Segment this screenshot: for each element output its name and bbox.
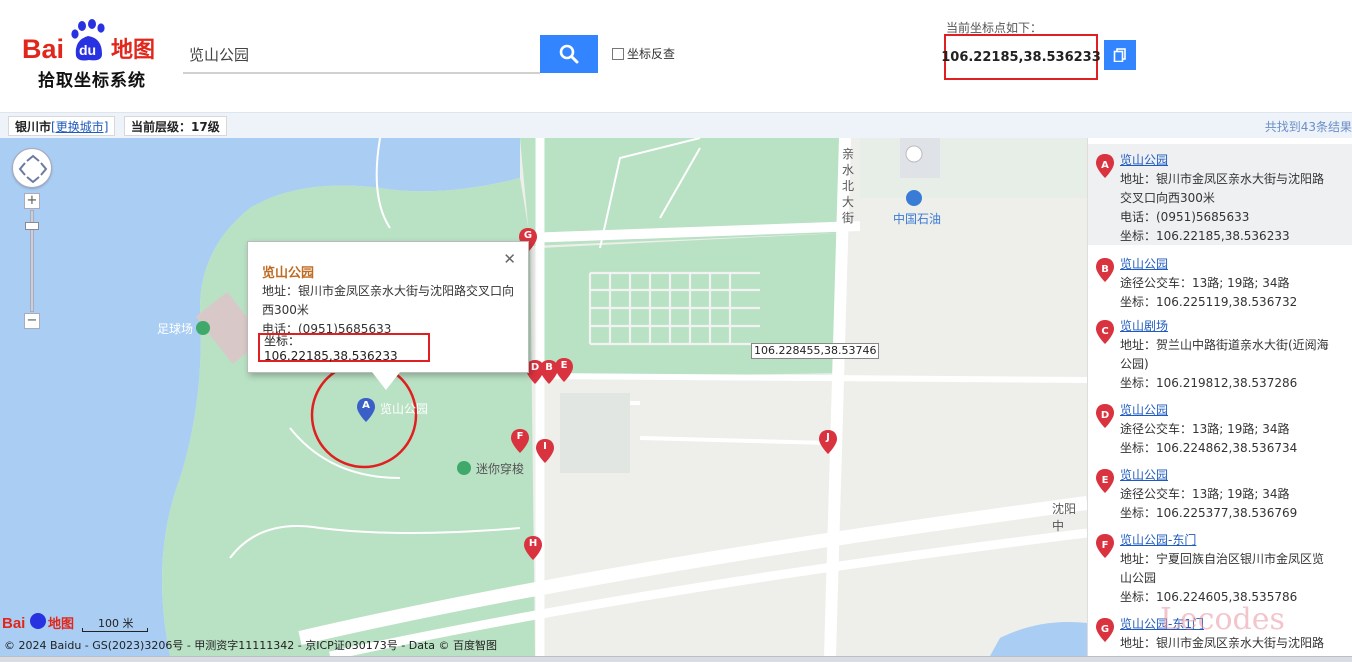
result-line: 地址：宁夏回族自治区银川市金凤区览 xyxy=(1120,552,1325,566)
search-input[interactable] xyxy=(183,36,540,74)
result-name-link[interactable]: 览山公园 xyxy=(1120,466,1168,485)
result-name-link[interactable]: 览山公园 xyxy=(1120,151,1168,170)
baidu-map-logo[interactable]: Bai du 地图 拾取坐标系统 xyxy=(22,18,164,91)
map-marker-e[interactable]: E xyxy=(555,358,573,382)
baidu-paw-logo-icon: Bai du 地图 xyxy=(22,19,155,64)
result-count: 共找到43条结果 xyxy=(1264,120,1352,134)
result-item-f[interactable]: F 览山公园-东门 地址：宁夏回族自治区银川市金凤区览 山公园 坐标：106.2… xyxy=(1088,524,1352,606)
city-name: 银川市 xyxy=(15,119,52,134)
zoom-slider-handle[interactable] xyxy=(25,222,39,230)
result-pin-icon: E xyxy=(1096,469,1114,493)
result-line: 公园) xyxy=(1120,357,1149,371)
zoom-level-display: 当前层级： 17级 xyxy=(124,116,227,136)
result-item-c[interactable]: C 览山剧场 地址：贺兰山中路街道亲水大街(近阅海 公园) 坐标：106.219… xyxy=(1088,310,1352,392)
result-line: 途径公交车：13路; 19路; 34路 xyxy=(1120,422,1290,436)
poi-park-label[interactable]: 览山公园 xyxy=(380,400,428,417)
svg-text:地图: 地图 xyxy=(48,616,74,632)
copy-coord-button[interactable] xyxy=(1104,40,1136,70)
map-scale-bar xyxy=(82,628,148,632)
result-pin-icon: G xyxy=(1096,618,1114,642)
result-item-a[interactable]: A 览山公园 地址：银川市金凤区亲水大街与沈阳路 交叉口向西300米 电话：(0… xyxy=(1088,144,1352,245)
result-line: 电话：(0951)5685633 xyxy=(1120,210,1250,224)
svg-text:du: du xyxy=(79,42,96,58)
map-marker-j[interactable]: J xyxy=(819,430,837,454)
result-line: 地址：贺兰山中路街道亲水大街(近阅海 xyxy=(1120,338,1329,352)
popup-title[interactable]: 览山公园 xyxy=(262,262,314,281)
map-marker-f[interactable]: F xyxy=(511,429,529,453)
poi-football[interactable]: 足球场 xyxy=(157,320,193,337)
zoom-level-label: 当前层级： xyxy=(131,119,192,134)
result-item-e[interactable]: E 览山公园 途径公交车：13路; 19路; 34路 坐标：106.225377… xyxy=(1088,459,1352,520)
pan-arrows-icon xyxy=(18,154,48,184)
zoom-in-button[interactable]: + xyxy=(24,193,40,209)
copy-icon xyxy=(1113,48,1126,62)
result-pin-icon: B xyxy=(1096,258,1114,282)
result-line: 地址：银川市金凤区亲水大街与沈阳路 xyxy=(1120,172,1325,186)
result-name-link[interactable]: 览山公园 xyxy=(1120,255,1168,274)
map-marker-a[interactable]: A xyxy=(357,398,375,422)
reverse-lookup-checkbox[interactable] xyxy=(612,47,624,60)
map-copyright: © 2024 Baidu - GS(2023)3206号 - 甲测资字11111… xyxy=(4,639,498,652)
baidu-map-coordinate-picker: { "header": { "logo_brand": "Bai du 地图",… xyxy=(0,0,1352,662)
search-button[interactable] xyxy=(540,35,598,73)
popup-address: 地址：银川市金凤区亲水大街与沈阳路交叉口向西300米 xyxy=(262,284,515,317)
info-popup: 览山公园 ✕ 地址：银川市金凤区亲水大街与沈阳路交叉口向西300米 电话：(09… xyxy=(247,241,529,373)
result-line: 途径公交车：13路; 19路; 34路 xyxy=(1120,487,1290,501)
result-line: 坐标：106.22185,38.536233 xyxy=(1120,229,1290,243)
poi-maze[interactable]: 迷你穿梭 xyxy=(476,460,524,477)
map-marker-h[interactable]: H xyxy=(524,536,542,560)
zoom-out-button[interactable]: − xyxy=(24,313,40,329)
result-pin-icon: D xyxy=(1096,404,1114,428)
header: Bai du 地图 拾取坐标系统 坐标反查 当前坐标点如下： 106.22185… xyxy=(0,0,1352,112)
result-name-link[interactable]: 览山剧场 xyxy=(1120,317,1168,336)
search-icon xyxy=(559,44,579,64)
poi-gas-station[interactable]: 中国石油 xyxy=(893,210,941,227)
watermark: Lecodes xyxy=(1160,602,1285,637)
reverse-lookup-toggle[interactable]: 坐标反查 xyxy=(612,45,675,62)
reverse-lookup-label: 坐标反查 xyxy=(627,47,676,61)
logo-subtitle: 拾取坐标系统 xyxy=(38,71,146,91)
current-city: 银川市 [更换城市] xyxy=(8,116,116,136)
popup-coordinate: 坐标：106.22185,38.536233 xyxy=(258,333,430,363)
map-toolbar: 银川市 [更换城市] 当前层级： 17级 共找到43条结果 xyxy=(0,112,1352,138)
svg-text:Bai: Bai xyxy=(22,34,64,64)
result-item-b[interactable]: B 览山公园 途径公交车：13路; 19路; 34路 坐标：106.225119… xyxy=(1088,248,1352,309)
popup-pointer xyxy=(372,372,400,390)
result-pin-icon: A xyxy=(1096,154,1114,178)
result-name-link[interactable]: 览山公园-东门 xyxy=(1120,531,1196,550)
result-line: 坐标：106.225377,38.536769 xyxy=(1120,506,1298,520)
result-line: 交叉口向西300米 xyxy=(1120,191,1215,205)
baidu-map-small-logo-icon: Bai 地图 xyxy=(2,613,74,632)
result-line: 坐标：106.224862,38.536734 xyxy=(1120,441,1298,455)
change-city-link[interactable]: [更换城市] xyxy=(51,118,108,135)
svg-text:地图: 地图 xyxy=(111,38,155,63)
result-pin-icon: C xyxy=(1096,320,1114,344)
hover-coordinate-label: 106.228455,38.53746 xyxy=(751,343,880,359)
popup-close-icon[interactable]: ✕ xyxy=(503,250,516,268)
zoom-level-value: 17级 xyxy=(191,119,220,134)
search-results-list[interactable]: A 览山公园 地址：银川市金凤区亲水大街与沈阳路 交叉口向西300米 电话：(0… xyxy=(1087,138,1352,656)
pan-control[interactable] xyxy=(12,148,52,188)
svg-text:Bai: Bai xyxy=(2,615,25,632)
result-item-d[interactable]: D 览山公园 途径公交车：13路; 19路; 34路 坐标：106.224862… xyxy=(1088,394,1352,455)
current-coord-value[interactable]: 106.22185,38.536233 xyxy=(941,34,1101,80)
result-line: 坐标：106.219812,38.537286 xyxy=(1120,376,1298,390)
result-line: 途径公交车：13路; 19路; 34路 xyxy=(1120,276,1290,290)
result-pin-icon: F xyxy=(1096,534,1114,558)
road-label-shenyang: 沈阳中 xyxy=(1052,502,1077,533)
road-label-qinshui: 亲水北大街 xyxy=(842,147,855,225)
map-canvas[interactable]: 亲水北大街 沈阳中 中国石油 迷你穿梭 览山公园 足球场 A B D E F G… xyxy=(0,138,1087,656)
result-line: 山公园 xyxy=(1120,571,1157,585)
map-marker-i[interactable]: I xyxy=(536,439,554,463)
bottom-bar xyxy=(0,656,1352,662)
result-name-link[interactable]: 览山公园 xyxy=(1120,401,1168,420)
